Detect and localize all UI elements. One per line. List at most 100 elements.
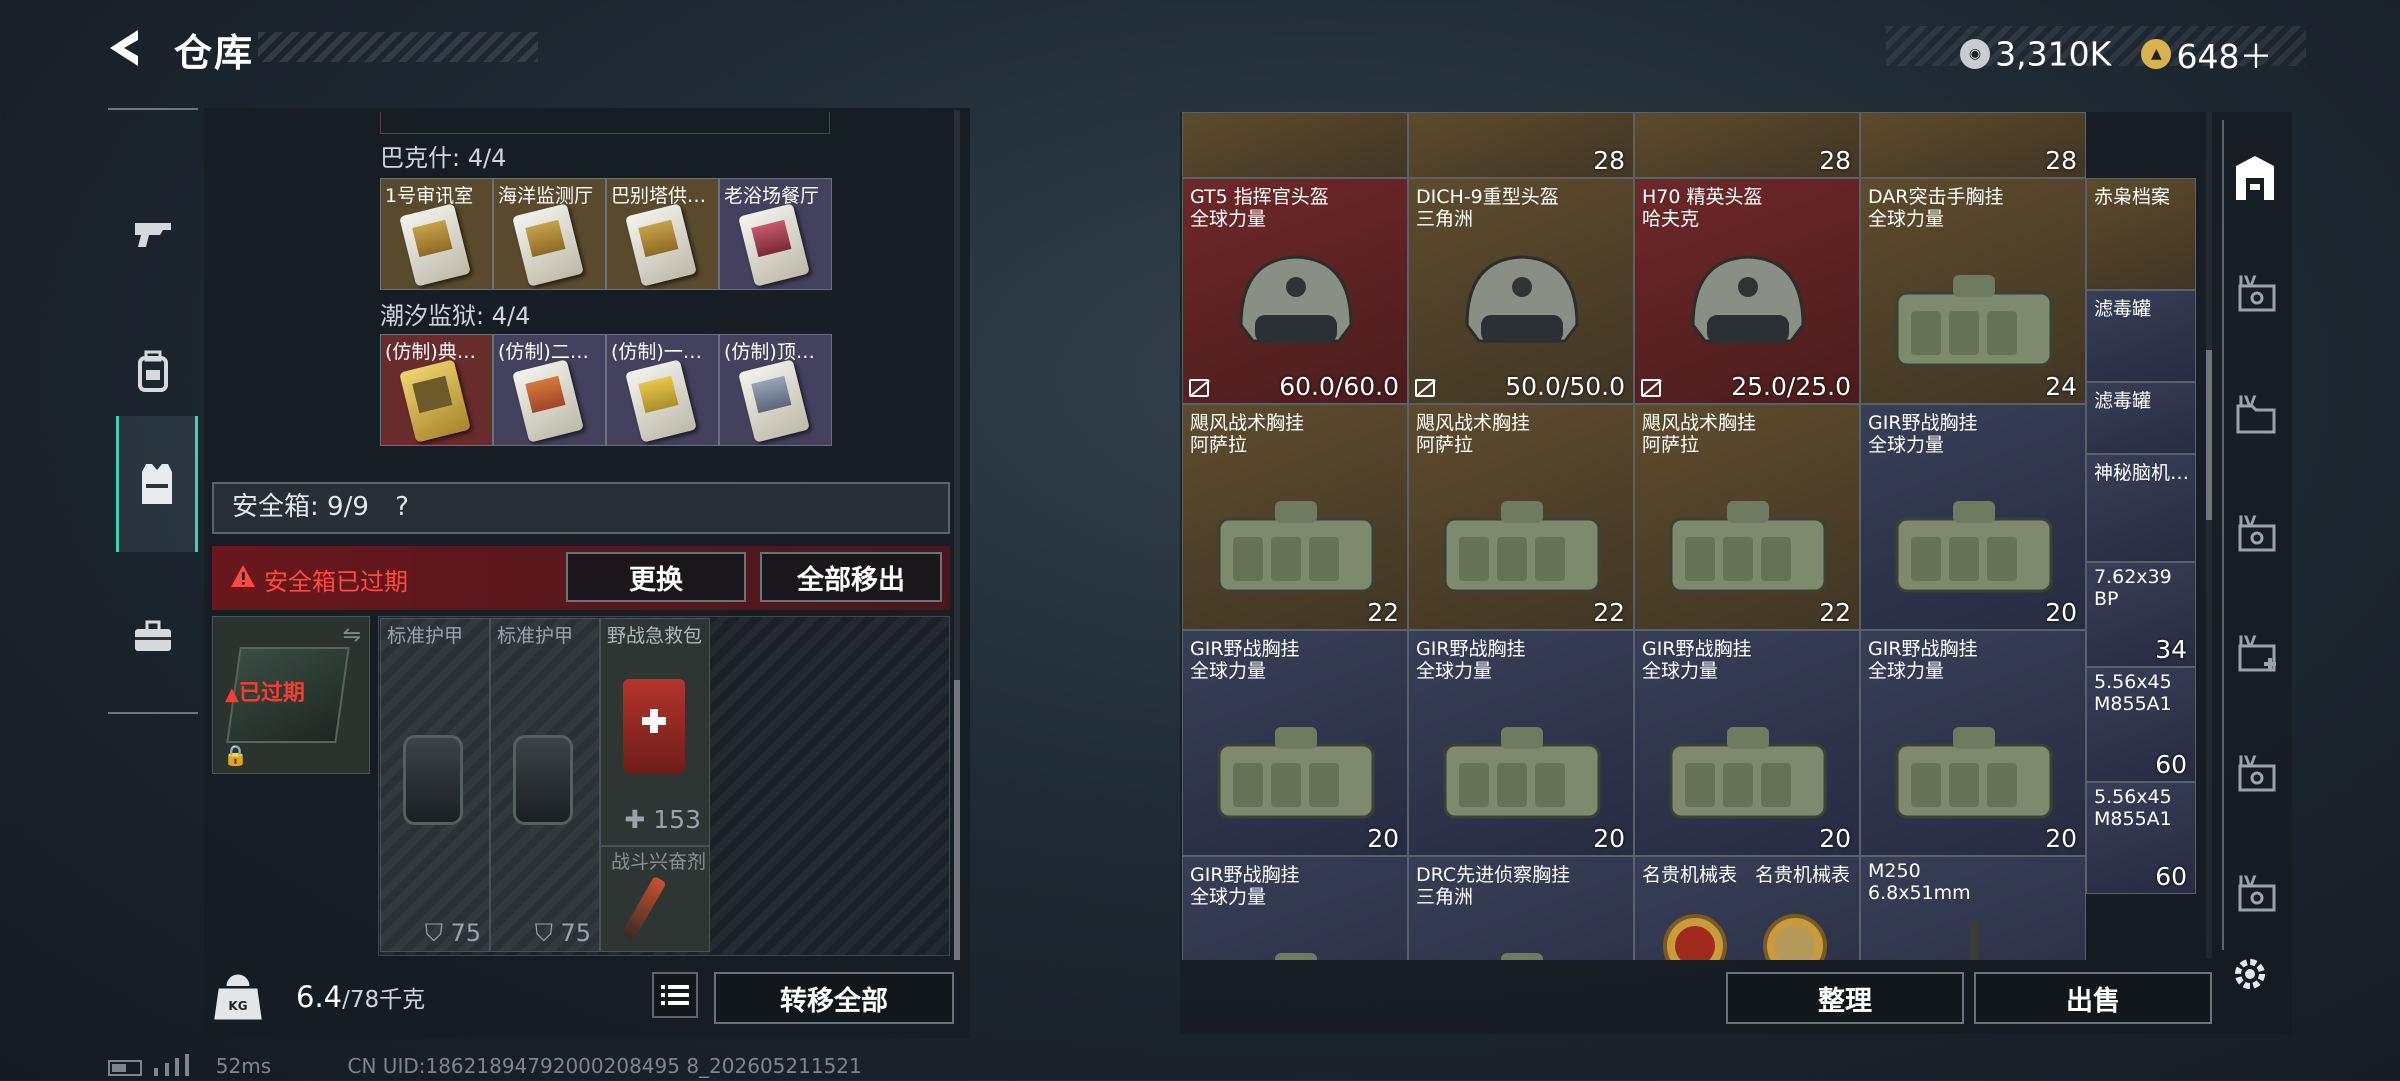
key-card-icon — [512, 203, 584, 287]
item-subtitle: M855A1 — [2094, 693, 2172, 715]
settings-gear-icon[interactable] — [2230, 954, 2270, 994]
stash-side-item[interactable]: 滤毒罐 — [2086, 290, 2196, 382]
key-card-icon — [399, 203, 471, 287]
stash-scrollbar[interactable] — [2206, 112, 2212, 958]
stash-item[interactable]: GIR野战胸挂 全球力量 20 — [1182, 630, 1408, 856]
item-subtitle: 阿萨拉 — [1642, 434, 1700, 456]
key-card-slot[interactable]: (仿制)二… — [493, 334, 606, 446]
warehouse-icon — [2236, 156, 2274, 200]
stash-item[interactable]: GIR野战胸挂 全球力量 — [1182, 856, 1408, 960]
stash-tab-3[interactable]: IV — [2228, 388, 2288, 448]
item-durability: 60.0/60.0 — [1279, 372, 1399, 401]
key-card-slot[interactable]: 巴别塔供… — [606, 178, 719, 290]
safe-item-slot[interactable]: 野战急救包 ✚ 153 — [600, 618, 710, 846]
stash-item[interactable] — [1182, 112, 1408, 178]
stash-grid: 28 28 28 GT5 指挥官头盔 全球力量 60.0/60.0 DICH-9重型头… — [1182, 112, 2196, 960]
stash-tab-4[interactable]: IV — [2228, 508, 2288, 568]
stash-item[interactable]: 名贵机械表 名贵机械表 — [1634, 856, 1860, 960]
item-subtitle: BP — [2094, 588, 2119, 610]
status-bar: 52ms CN UID:18621894792000208495 8_20260… — [108, 1054, 862, 1081]
key-group-title: 潮汐监狱: 4/4 — [380, 302, 531, 330]
stash-side-item[interactable]: 7.62x39 BP 34 — [2086, 562, 2196, 667]
safe-item-slot[interactable]: 标准护甲 ⛉ 75 — [490, 618, 600, 952]
signal-icon — [154, 1054, 190, 1081]
organize-button[interactable]: 整理 — [1726, 972, 1964, 1024]
sell-button[interactable]: 出售 — [1974, 972, 2212, 1024]
stash-item[interactable]: GT5 指挥官头盔 全球力量 60.0/60.0 — [1182, 178, 1408, 404]
list-view-icon[interactable] — [652, 972, 698, 1018]
stash-item[interactable]: DRC先进侦察胸挂 三角洲 — [1408, 856, 1634, 960]
stash-item[interactable]: 28 — [1634, 112, 1860, 178]
weight-icon: KG — [214, 974, 262, 1020]
stash-item[interactable]: GIR野战胸挂 全球力量 20 — [1860, 630, 2086, 856]
item-durability: 20 — [2045, 598, 2077, 627]
rail-weapons[interactable] — [118, 166, 188, 302]
stash-item[interactable]: GIR野战胸挂 全球力量 20 — [1634, 630, 1860, 856]
safe-box-header: 安全箱: 9/9 ? — [212, 482, 950, 534]
rail-vest[interactable] — [116, 416, 198, 552]
stash-item[interactable]: 28 — [1408, 112, 1634, 178]
item-name: 5.56x45 — [2094, 671, 2172, 693]
key-card-slot[interactable]: (仿制)顶… — [719, 334, 832, 446]
stash-side-item[interactable]: 滤毒罐 — [2086, 382, 2196, 454]
page-title: 仓库 — [174, 31, 255, 75]
item-subtitle: 阿萨拉 — [1416, 434, 1474, 456]
safe-item-slot[interactable]: 战斗兴奋剂 — [600, 846, 710, 952]
safe-box-slot[interactable]: ▲已过期 ⇋ 🔒 — [212, 616, 370, 774]
stash-side-item[interactable]: 5.56x45 M855A1 60 — [2086, 782, 2196, 894]
silver-coin-icon: ◉ — [1960, 39, 1990, 69]
item-name: 神秘脑机… — [2094, 462, 2190, 484]
swap-icon[interactable]: ⇋ — [343, 623, 361, 648]
item-subtitle: 三角洲 — [1416, 208, 1474, 230]
key-card-slot[interactable]: 老浴场餐厅 — [719, 178, 832, 290]
stash-tab-main[interactable] — [2228, 152, 2288, 212]
stash-tab-6[interactable]: IV — [2228, 748, 2288, 808]
item-durability: 22 — [1367, 598, 1399, 627]
gold-amount[interactable]: 648＋ — [2177, 37, 2273, 76]
stash-item[interactable]: GIR野战胸挂 全球力量 20 — [1860, 404, 2086, 630]
stash-item[interactable]: H70 精英头盔 哈夫克 25.0/25.0 — [1634, 178, 1860, 404]
armor-icon — [513, 735, 573, 825]
help-icon[interactable]: ? — [395, 492, 409, 522]
stash-tab-2[interactable]: IV — [2228, 268, 2288, 328]
inventory-scroll-thumb[interactable] — [954, 680, 960, 960]
stash-item[interactable]: GIR野战胸挂 全球力量 20 — [1408, 630, 1634, 856]
safe-box-expired-text: 安全箱已过期 — [264, 568, 408, 596]
stash-item[interactable]: M250 6.8x51mm — [1860, 856, 2086, 960]
stash-side-item[interactable]: 神秘脑机… — [2086, 454, 2196, 562]
safe-item-slot[interactable]: 标准护甲 ⛉ 75 — [380, 618, 490, 952]
stash-tab-7[interactable]: IV — [2228, 868, 2288, 928]
item-subtitle: 三角洲 — [1416, 886, 1474, 908]
item-durability: 20 — [1367, 824, 1399, 853]
stash-item[interactable]: 飓风战术胸挂 阿萨拉 22 — [1634, 404, 1860, 630]
back-arrow-icon[interactable] — [104, 26, 148, 70]
previous-group-edge — [380, 112, 830, 134]
no-insure-icon — [1415, 379, 1435, 397]
stash-item[interactable]: DAR突击手胸挂 全球力量 24 — [1860, 178, 2086, 404]
stash-side-item[interactable]: 赤枭档案 — [2086, 178, 2196, 290]
item-subtitle: 全球力量 — [1190, 886, 1267, 908]
item-subtitle: 哈夫克 — [1642, 208, 1700, 230]
item-count: 34 — [2155, 635, 2187, 664]
stash-item[interactable]: 28 — [1860, 112, 2086, 178]
key-card-slot[interactable]: (仿制)典… — [380, 334, 493, 446]
item-durability: 20 — [1819, 824, 1851, 853]
item-subtitle: 阿萨拉 — [1190, 434, 1248, 456]
stash-scroll-thumb[interactable] — [2206, 350, 2212, 520]
stash-tab-5[interactable]: IV — [2228, 628, 2288, 688]
key-card-slot[interactable]: (仿制)一… — [606, 334, 719, 446]
transfer-all-button[interactable]: 转移全部 — [714, 972, 954, 1024]
rail-toolbox[interactable] — [118, 568, 188, 704]
key-card-slot[interactable]: 1号审讯室 — [380, 178, 493, 290]
stash-item[interactable]: 飓风战术胸挂 阿萨拉 22 — [1408, 404, 1634, 630]
stash-side-item[interactable]: 5.56x45 M855A1 60 — [2086, 667, 2196, 782]
item-name: M250 — [1868, 860, 1921, 882]
armor-icon — [403, 735, 463, 825]
move-all-out-button[interactable]: 全部移出 — [760, 552, 942, 602]
carry-weight: 6.4/78千克 — [296, 980, 426, 1014]
stash-item[interactable]: 飓风战术胸挂 阿萨拉 22 — [1182, 404, 1408, 630]
key-card-slot[interactable]: 海洋监测厅 — [493, 178, 606, 290]
key-card-icon — [512, 359, 584, 443]
stash-item[interactable]: DICH-9重型头盔 三角洲 50.0/50.0 — [1408, 178, 1634, 404]
replace-button[interactable]: 更换 — [566, 552, 746, 602]
